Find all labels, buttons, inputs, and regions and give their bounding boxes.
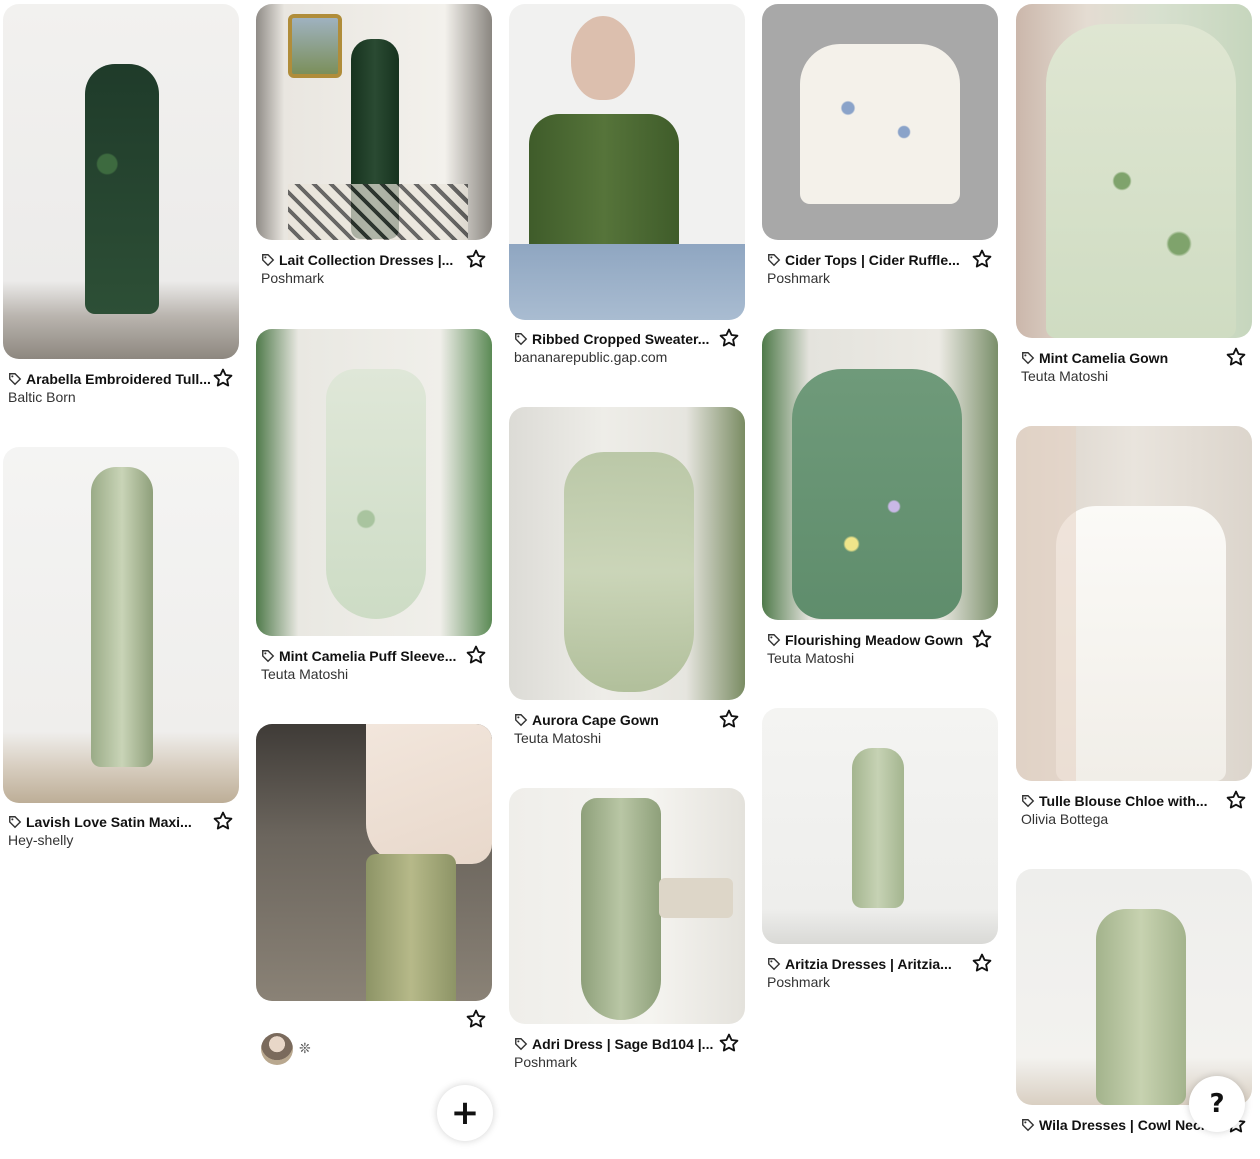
pin-meta: Tulle Blouse Chloe with... Olivia Botteg… <box>1021 789 1247 835</box>
save-star-icon[interactable] <box>1225 789 1247 811</box>
tag-icon <box>515 1038 528 1051</box>
pin-source[interactable]: Teuta Matoshi <box>767 650 854 666</box>
save-star-icon[interactable] <box>1225 346 1247 368</box>
question-icon: ? <box>1209 1089 1225 1119</box>
pin-title[interactable]: Arabella Embroidered Tull... <box>26 371 211 387</box>
pin-source[interactable]: bananarepublic.gap.com <box>514 349 667 365</box>
pin-image[interactable] <box>762 708 998 944</box>
pin-image[interactable] <box>509 407 745 700</box>
pin-meta: Aritzia Dresses | Aritzia... Poshmark <box>767 952 993 998</box>
pin-title[interactable]: Adri Dress | Sage Bd104 |... <box>532 1036 713 1052</box>
save-star-icon[interactable] <box>212 810 234 832</box>
pin-image[interactable] <box>256 724 492 1001</box>
pin-meta: Lavish Love Satin Maxi... Hey-shelly <box>8 810 234 856</box>
tag-icon <box>1022 795 1035 808</box>
tag-icon <box>768 254 781 267</box>
pin-source[interactable]: Hey-shelly <box>8 832 73 848</box>
tag-icon <box>768 958 781 971</box>
pin-title[interactable]: Ribbed Cropped Sweater... <box>532 331 709 347</box>
pin-source[interactable]: Poshmark <box>514 1054 577 1070</box>
pin-meta: Flourishing Meadow Gown Teuta Matoshi <box>767 628 993 674</box>
add-button[interactable]: + <box>437 1085 493 1141</box>
pin-meta: Lait Collection Dresses |... Poshmark <box>261 248 487 294</box>
save-star-icon[interactable] <box>971 248 993 270</box>
save-star-icon[interactable] <box>718 327 740 349</box>
save-star-icon[interactable] <box>465 1008 487 1030</box>
pin-title[interactable]: Mint Camelia Gown <box>1039 350 1168 366</box>
save-star-icon[interactable] <box>718 708 740 730</box>
pin-source[interactable]: Baltic Born <box>8 389 76 405</box>
save-star-icon[interactable] <box>718 1032 740 1054</box>
pin-meta: Cider Tops | Cider Ruffle... Poshmark <box>767 248 993 294</box>
pin-image[interactable] <box>509 4 745 320</box>
pin-title[interactable]: Aurora Cape Gown <box>532 712 659 728</box>
pin-title[interactable]: Tulle Blouse Chloe with... <box>1039 793 1208 809</box>
pin-title[interactable]: Lait Collection Dresses |... <box>279 252 453 268</box>
pin-image[interactable] <box>256 329 492 636</box>
pin-image[interactable] <box>1016 4 1252 338</box>
pin-title[interactable]: Mint Camelia Puff Sleeve... <box>279 648 456 664</box>
pin-meta: Mint Camelia Gown Teuta Matoshi <box>1021 346 1247 392</box>
pin-title[interactable]: Aritzia Dresses | Aritzia... <box>785 956 952 972</box>
tag-icon <box>515 714 528 727</box>
tag-icon <box>768 634 781 647</box>
pin-meta: Arabella Embroidered Tull... Baltic Born <box>8 367 234 413</box>
pin-image[interactable] <box>3 4 239 359</box>
pin-image[interactable] <box>1016 426 1252 781</box>
help-button[interactable]: ? <box>1189 1076 1245 1132</box>
pin-meta: Mint Camelia Puff Sleeve... Teuta Matosh… <box>261 644 487 690</box>
pin-source[interactable]: Olivia Bottega <box>1021 811 1108 827</box>
pin-image[interactable] <box>1016 869 1252 1105</box>
pin-meta <box>261 1008 487 1054</box>
tag-icon <box>515 333 528 346</box>
save-star-icon[interactable] <box>971 952 993 974</box>
pin-source[interactable]: Poshmark <box>767 270 830 286</box>
pin-meta: Aurora Cape Gown Teuta Matoshi <box>514 708 740 754</box>
pin-image[interactable] <box>509 788 745 1024</box>
pin-source[interactable]: Poshmark <box>767 974 830 990</box>
save-star-icon[interactable] <box>465 644 487 666</box>
pin-image[interactable] <box>762 4 998 240</box>
pin-image[interactable] <box>256 4 492 240</box>
pin-source[interactable]: Teuta Matoshi <box>261 666 348 682</box>
tag-icon <box>262 650 275 663</box>
pin-title[interactable]: Lavish Love Satin Maxi... <box>26 814 192 830</box>
user-avatar[interactable] <box>261 1033 293 1065</box>
pin-source[interactable]: Teuta Matoshi <box>514 730 601 746</box>
save-star-icon[interactable] <box>212 367 234 389</box>
pin-meta: Adri Dress | Sage Bd104 |... Poshmark <box>514 1032 740 1078</box>
plus-icon: + <box>450 1093 480 1133</box>
pin-title[interactable]: Cider Tops | Cider Ruffle... <box>785 252 960 268</box>
pin-source[interactable]: Poshmark <box>261 270 324 286</box>
pin-title[interactable]: Flourishing Meadow Gown <box>785 632 963 648</box>
tag-icon <box>1022 1119 1035 1132</box>
tag-icon <box>9 373 22 386</box>
save-star-icon[interactable] <box>971 628 993 650</box>
tag-icon <box>9 816 22 829</box>
tag-icon <box>1022 352 1035 365</box>
pin-source[interactable]: Teuta Matoshi <box>1021 368 1108 384</box>
pin-image[interactable] <box>762 329 998 620</box>
pin-meta: Ribbed Cropped Sweater... bananarepublic… <box>514 327 740 373</box>
save-star-icon[interactable] <box>465 248 487 270</box>
pin-image[interactable] <box>3 447 239 803</box>
sparkle-icon: ❊ <box>299 1040 311 1056</box>
tag-icon <box>262 254 275 267</box>
